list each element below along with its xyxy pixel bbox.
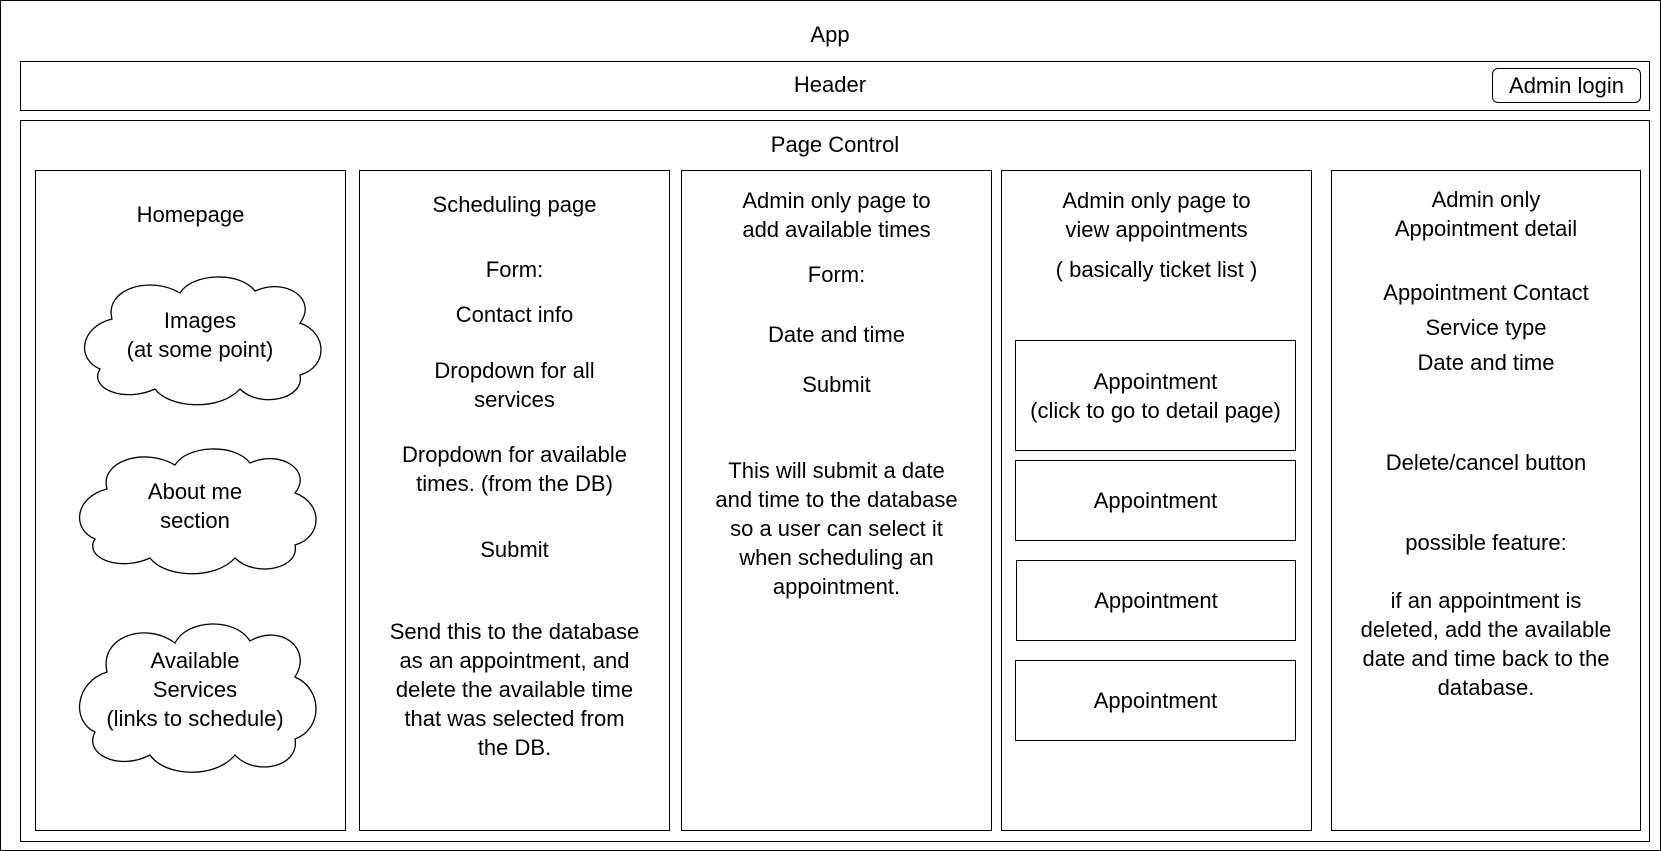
detail-date-time-field: Date and time [1417,350,1555,375]
admin-add-title: Admin only page to add available times [742,188,931,242]
app-title: App [810,22,850,47]
scheduling-title: Scheduling page [432,192,597,217]
scheduling-note: Send this to the database as an appointm… [389,619,640,760]
delete-cancel-button: Delete/cancel button [1385,450,1587,475]
header-title: Header [793,72,867,97]
possible-feature-note: if an appointment is deleted, add the av… [1360,588,1612,700]
appointment-contact-field: Appointment Contact [1383,280,1589,305]
admin-detail-title: Admin only Appointment detail [1394,187,1578,241]
scheduling-contact-field: Contact info [455,302,574,327]
appointment-item[interactable]: Appointment [1016,560,1296,641]
services-cloud-label: Available Services (links to schedule) [106,648,284,731]
admin-add-date-time: Date and time [768,322,905,347]
service-type-field: Service type [1425,315,1547,340]
admin-add-submit: Submit [802,372,871,397]
admin-add-form-label: Form: [807,262,866,287]
admin-view-subtitle: ( basically ticket list ) [1055,257,1258,282]
homepage-title: Homepage [136,202,245,227]
scheduling-form-label: Form: [485,257,544,282]
appointment-item[interactable]: Appointment (click to go to detail page) [1015,340,1296,451]
admin-login-button[interactable]: Admin login [1492,68,1641,103]
admin-add-note: This will submit a date and time to the … [715,458,958,599]
about-me-cloud-label: About me section [147,479,243,533]
scheduling-submit: Submit [480,537,549,562]
appointment-item[interactable]: Appointment [1015,660,1296,741]
possible-feature-label: possible feature: [1405,530,1567,555]
images-cloud-label: Images (at some point) [126,308,274,362]
times-dropdown: Dropdown for available times. (from the … [401,442,628,496]
admin-detail-panel [1331,170,1641,831]
services-dropdown: Dropdown for all services [434,358,595,412]
page-control-title: Page Control [770,132,900,157]
admin-view-title: Admin only page to view appointments [1062,188,1251,242]
appointment-item[interactable]: Appointment [1015,460,1296,541]
